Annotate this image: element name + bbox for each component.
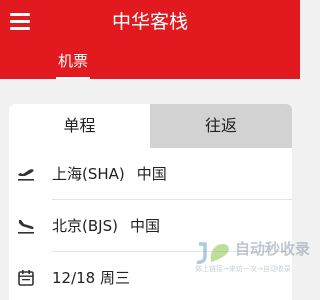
- arrival-city: 北京(BJS): [52, 217, 118, 235]
- plane-landing-icon: [18, 220, 34, 234]
- calendar-icon: [18, 270, 34, 286]
- tab-flights[interactable]: 机票: [55, 45, 91, 79]
- trip-type-tabs: 单程 往返: [9, 104, 292, 148]
- departure-city: 上海(SHA): [52, 165, 125, 183]
- watermark: 自动秒收录 做上链接→来访一次→自动收录: [195, 238, 310, 278]
- app-title: 中华客栈: [111, 11, 188, 33]
- app-header: 中华客栈: [0, 0, 300, 45]
- arrival-country: 中国: [129, 217, 160, 235]
- plane-takeoff-icon: [18, 169, 34, 181]
- watermark-slogan: 做上链接→来访一次→自动收录: [195, 265, 291, 273]
- watermark-brand: 自动秒收录: [235, 240, 311, 258]
- watermark-logo-icon: [196, 242, 229, 264]
- departure-country: 中国: [136, 165, 167, 183]
- departure-date: 12/18 周三: [52, 269, 130, 287]
- tab-round-trip[interactable]: 往返: [150, 104, 292, 148]
- departure-city-field[interactable]: 上海(SHA) 中国: [9, 148, 292, 200]
- tab-one-way[interactable]: 单程: [9, 104, 150, 148]
- sub-nav-bar: 机票: [0, 45, 300, 79]
